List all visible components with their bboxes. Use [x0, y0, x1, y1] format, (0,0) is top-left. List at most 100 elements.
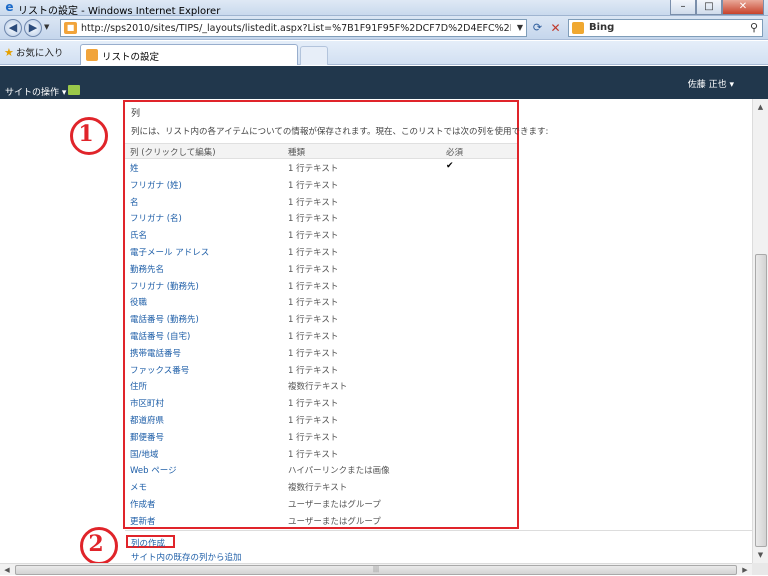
table-row: フリガナ (姓) 1 行テキスト [125, 176, 517, 193]
address-dropdown-icon[interactable]: ▼ [517, 23, 523, 32]
site-favicon-icon: ■ [64, 22, 77, 34]
column-name-link[interactable]: フリガナ (勤務先) [130, 280, 199, 292]
column-type: 1 行テキスト [288, 432, 339, 443]
table-row: 氏名 1 行テキスト [125, 226, 517, 243]
window-controls: – □ ✕ [670, 0, 764, 15]
column-type: ユーザーまたはグループ [288, 499, 381, 510]
table-row: 都道府県 1 行テキスト [125, 411, 517, 428]
table-row: 住所 複数行テキスト [125, 377, 517, 394]
annotation-number-1: 1 [68, 115, 108, 155]
section-title: 列 [131, 109, 141, 119]
url-field[interactable]: http://sps2010/sites/TIPS/_layouts/liste… [81, 23, 511, 34]
horizontal-scrollbar[interactable]: ◀ ||| ▶ [0, 563, 752, 575]
navigate-up-icon[interactable] [68, 85, 80, 95]
tab-favicon-icon [86, 49, 98, 61]
forward-button[interactable]: ▶ [24, 19, 42, 37]
scroll-right-icon[interactable]: ▶ [738, 564, 752, 576]
table-row: 姓 1 行テキスト ✔ [125, 159, 517, 176]
new-tab-button[interactable] [300, 46, 328, 65]
vertical-scroll-thumb[interactable] [755, 254, 767, 547]
column-type: 1 行テキスト [288, 315, 339, 326]
column-type: 1 行テキスト [288, 231, 339, 242]
column-type: 1 行テキスト [288, 331, 339, 342]
add-existing-site-column-link[interactable]: サイト内の既存の列から追加 [131, 551, 242, 563]
table-row: フリガナ (勤務先) 1 行テキスト [125, 277, 517, 294]
horizontal-scroll-thumb[interactable]: ||| [15, 565, 737, 575]
column-name-link[interactable]: 都道府県 [130, 414, 164, 426]
maximize-button[interactable]: □ [696, 0, 722, 15]
favorites-bar: ★ お気に入り リストの設定 [0, 41, 768, 65]
column-name-link[interactable]: 電話番号 (勤務先) [130, 313, 199, 325]
column-name-link[interactable]: 国/地域 [130, 448, 158, 460]
header-column-name: 列 (クリックして編集) [130, 148, 216, 158]
column-type: ハイパーリンクまたは画像 [288, 466, 390, 477]
page-content: 1 列 列には、リスト内の各アイテムについての情報が保存されます。現在、このリス… [0, 99, 752, 563]
column-name-link[interactable]: 更新者 [130, 515, 156, 527]
column-name-link[interactable]: 作成者 [130, 498, 156, 510]
column-type: 1 行テキスト [288, 365, 339, 376]
vertical-scrollbar[interactable]: ▲ ▼ [752, 99, 768, 563]
column-name-link[interactable]: Web ページ [130, 464, 177, 476]
stop-button[interactable]: ✕ [547, 20, 564, 36]
column-type: 1 行テキスト [288, 247, 339, 258]
column-name-link[interactable]: フリガナ (名) [130, 212, 182, 224]
scroll-left-icon[interactable]: ◀ [0, 564, 14, 576]
star-icon: ★ [4, 46, 14, 59]
section-description: 列には、リスト内の各アイテムについての情報が保存されます。現在、このリストでは次… [131, 127, 549, 137]
window-title: リストの設定 - Windows Internet Explorer [18, 6, 221, 17]
column-name-link[interactable]: 役職 [130, 296, 147, 308]
column-name-link[interactable]: 勤務先名 [130, 263, 164, 275]
annotation-2-text: 2 [88, 531, 104, 557]
arrow-left-icon: ◀ [8, 21, 18, 34]
column-type: 1 行テキスト [288, 399, 339, 410]
favorites-label: お気に入り [15, 48, 64, 59]
arrow-right-icon: ▶ [28, 21, 38, 34]
column-type: 1 行テキスト [288, 415, 339, 426]
search-provider-label: Bing [589, 22, 615, 33]
column-name-link[interactable]: 郵便番号 [130, 431, 164, 443]
required-check-icon: ✔ [446, 161, 454, 171]
create-column-link[interactable]: 列の作成 [131, 537, 165, 549]
table-row: 市区町村 1 行テキスト [125, 394, 517, 411]
scroll-down-icon[interactable]: ▼ [753, 547, 768, 563]
annotation-1-text: 1 [78, 121, 94, 147]
search-icon[interactable]: ⚲ [750, 21, 758, 34]
column-name-link[interactable]: 市区町村 [130, 397, 164, 409]
site-actions-label: サイトの操作 [5, 88, 60, 98]
site-actions-menu[interactable]: サイトの操作 ▾ [5, 85, 66, 98]
refresh-button[interactable]: ⟳ [529, 20, 546, 36]
column-type: 1 行テキスト [288, 298, 339, 309]
column-name-link[interactable]: フリガナ (姓) [130, 179, 182, 191]
sharepoint-ribbon: サイトの操作 ▾ 佐藤 正也 ▾ [0, 66, 768, 99]
user-menu[interactable]: 佐藤 正也 ▾ [688, 77, 734, 90]
column-name-link[interactable]: 姓 [130, 162, 139, 174]
history-dropdown-icon[interactable]: ▼ [44, 23, 49, 31]
scroll-up-icon[interactable]: ▲ [753, 99, 768, 115]
table-row: 郵便番号 1 行テキスト [125, 428, 517, 445]
address-bar[interactable]: ■ http://sps2010/sites/TIPS/_layouts/lis… [60, 19, 527, 37]
column-name-link[interactable]: 電話番号 (自宅) [130, 330, 190, 342]
column-type: ユーザーまたはグループ [288, 516, 381, 527]
column-name-link[interactable]: ファックス番号 [130, 364, 189, 376]
table-row: 国/地域 1 行テキスト [125, 445, 517, 462]
table-row: ファックス番号 1 行テキスト [125, 361, 517, 378]
divider [125, 530, 752, 531]
column-name-link[interactable]: 住所 [130, 380, 147, 392]
tab-label: リストの設定 [102, 52, 160, 63]
window-titlebar: e リストの設定 - Windows Internet Explorer – □… [0, 0, 768, 17]
column-name-link[interactable]: 名 [130, 196, 139, 208]
favorites-button[interactable]: ★ お気に入り [4, 45, 63, 59]
column-name-link[interactable]: 携帯電話番号 [130, 347, 181, 359]
column-name-link[interactable]: 氏名 [130, 229, 147, 241]
minimize-button[interactable]: – [670, 0, 696, 15]
column-name-link[interactable]: メモ [130, 481, 147, 493]
column-type: 複数行テキスト [288, 483, 348, 494]
tab-list-settings[interactable]: リストの設定 [80, 44, 298, 65]
search-box[interactable]: Bing ⚲ [568, 19, 763, 37]
close-window-button[interactable]: ✕ [722, 0, 764, 15]
back-button[interactable]: ◀ [4, 19, 22, 37]
column-type: 1 行テキスト [288, 264, 339, 275]
columns-table: 姓1 行テキスト ✔ フリガナ (姓) 1 行テキスト名 1 行テキスト フリガナ (名)… [125, 159, 517, 529]
header-required: 必須 [446, 148, 464, 158]
column-name-link[interactable]: 電子メール アドレス [130, 246, 209, 258]
